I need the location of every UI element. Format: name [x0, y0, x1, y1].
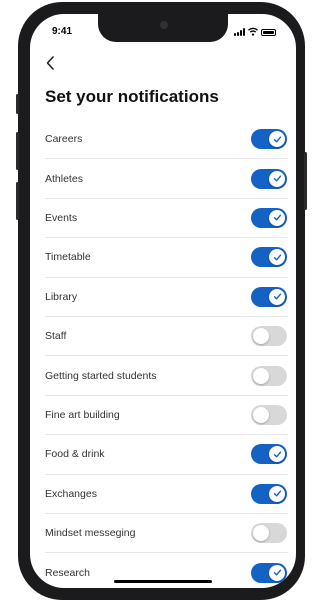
notification-label: Exchanges — [45, 487, 97, 500]
notification-toggle[interactable] — [251, 483, 287, 504]
signal-icon — [234, 28, 245, 36]
status-time: 9:41 — [52, 26, 73, 37]
checkmark-icon — [273, 569, 281, 576]
toggle-knob — [253, 367, 269, 384]
notification-label: Library — [45, 290, 78, 303]
notification-row: Mindset messeging — [45, 514, 288, 554]
back-arrow-icon[interactable] — [44, 54, 58, 72]
notch — [98, 14, 228, 42]
toggle-knob — [269, 249, 285, 266]
notification-row: Careers — [45, 120, 288, 160]
power-button — [304, 152, 307, 210]
notification-label: Mindset messeging — [45, 527, 136, 540]
checkmark-icon — [273, 451, 281, 458]
notification-label: Timetable — [45, 251, 91, 264]
toggle-knob — [269, 209, 285, 226]
toggle-knob — [269, 170, 285, 187]
notification-toggle[interactable] — [251, 404, 287, 425]
toggle-knob — [253, 525, 269, 542]
notification-label: Athletes — [45, 172, 83, 185]
toggle-knob — [269, 288, 285, 305]
notification-label: Research — [45, 566, 90, 579]
toggle-knob — [269, 485, 285, 502]
checkmark-icon — [273, 254, 281, 261]
notification-toggle[interactable] — [251, 286, 287, 307]
notification-label: Staff — [45, 330, 67, 343]
notification-row: Athletes — [45, 159, 288, 199]
notification-list: Careers Athletes Events Timetable Librar… — [45, 120, 288, 588]
notification-row: Food & drink — [45, 435, 288, 475]
notification-label: Getting started students — [45, 369, 157, 382]
notification-toggle[interactable] — [251, 523, 287, 544]
notification-row: Library — [45, 278, 288, 317]
notification-label: Careers — [45, 133, 83, 146]
checkmark-icon — [273, 136, 281, 143]
home-indicator — [114, 580, 212, 583]
phone-screen: 9:41 Set your notifications Careers Athl… — [30, 14, 296, 588]
wifi-icon — [248, 27, 258, 36]
toggle-knob — [269, 446, 285, 463]
notification-row: Exchanges — [45, 475, 288, 514]
volume-down-button — [16, 182, 19, 220]
notification-label: Events — [45, 211, 78, 224]
notification-toggle[interactable] — [251, 365, 287, 386]
notification-toggle[interactable] — [251, 326, 287, 347]
toggle-knob — [269, 131, 285, 148]
notification-toggle[interactable] — [251, 247, 287, 268]
notification-row: Staff — [45, 317, 288, 357]
notification-toggle[interactable] — [251, 207, 287, 228]
notification-toggle[interactable] — [251, 129, 287, 150]
page-title: Set your notifications — [45, 87, 219, 106]
battery-icon — [261, 29, 276, 36]
volume-up-button — [16, 132, 19, 170]
toggle-knob — [253, 406, 269, 423]
notification-toggle[interactable] — [251, 444, 287, 465]
status-icons — [234, 27, 276, 36]
notification-row: Events — [45, 199, 288, 239]
checkmark-icon — [273, 214, 281, 221]
checkmark-icon — [273, 293, 281, 300]
notification-row: Timetable — [45, 238, 288, 278]
toggle-knob — [269, 564, 285, 581]
toggle-knob — [253, 328, 269, 345]
camera — [160, 21, 168, 29]
notification-row: Fine art building — [45, 396, 288, 436]
notification-toggle[interactable] — [251, 562, 287, 583]
checkmark-icon — [273, 490, 281, 497]
checkmark-icon — [273, 175, 281, 182]
notification-label: Food & drink — [45, 448, 105, 461]
silent-switch — [16, 94, 19, 114]
notification-toggle[interactable] — [251, 168, 287, 189]
notification-row: Getting started students — [45, 356, 288, 396]
notification-label: Fine art building — [45, 408, 120, 421]
